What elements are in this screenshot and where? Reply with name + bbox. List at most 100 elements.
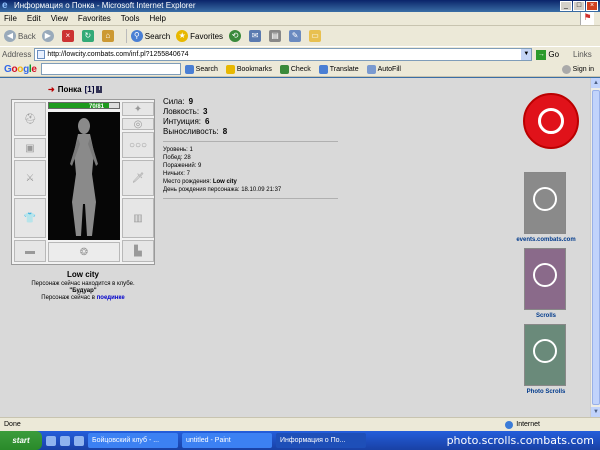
minimize-button[interactable]: _ [560, 1, 572, 11]
links-button[interactable]: Links [573, 50, 592, 59]
mail-button[interactable]: ✉ [249, 30, 263, 42]
chevron-down-icon[interactable]: ▼ [521, 49, 532, 60]
stat-strength: Сила: 9 [163, 97, 194, 106]
weapon-left-slot[interactable]: ⚔ [14, 160, 46, 196]
menu-favorites[interactable]: Favorites [78, 14, 111, 23]
translate-icon [318, 64, 328, 74]
pants-slot[interactable]: ▥ [122, 198, 154, 238]
dagger-icon: 🗡 [131, 172, 145, 184]
boots-icon: ▙ [134, 245, 142, 257]
scroll-down-icon[interactable]: ▼ [591, 407, 600, 417]
address-input[interactable]: http://lowcity.combats.com/inf.pl?125584… [34, 48, 533, 61]
menu-edit[interactable]: Edit [27, 14, 41, 23]
print-button[interactable]: ▤ [269, 30, 283, 42]
helmet-slot[interactable]: ⛑ [14, 102, 46, 136]
back-button[interactable]: ◀ Back [4, 30, 36, 42]
menu-help[interactable]: Help [149, 14, 165, 23]
boots-slot[interactable]: ▙ [122, 240, 154, 262]
scrolls-label: Scrolls [535, 313, 556, 319]
stop-button[interactable]: × [61, 30, 76, 42]
emblem-slot[interactable]: ❂ [48, 242, 120, 262]
media-quicklaunch-icon[interactable] [74, 435, 84, 446]
scrolls-banner[interactable]: Scrolls [524, 248, 566, 319]
task-info[interactable]: Информация о По... [276, 433, 366, 448]
refresh-icon: ↻ [81, 30, 94, 42]
stat-agility: Ловкость: 3 [163, 107, 208, 116]
google-bookmarks-button[interactable]: Bookmarks [225, 64, 272, 74]
address-url: http://lowcity.combats.com/inf.pl?125584… [47, 51, 189, 58]
folder-button[interactable]: ▭ [309, 30, 323, 42]
pants-icon: ▥ [133, 212, 143, 224]
history-button[interactable]: ⟲ [229, 30, 243, 42]
combats-logo[interactable] [523, 93, 579, 149]
address-bar: Address http://lowcity.combats.com/inf.p… [0, 46, 600, 62]
mail-icon: ✉ [249, 30, 262, 42]
zone-text: Internet [516, 421, 540, 428]
page-content: ➜ Понка [1] i 70/81 ⛑ ▣ ⚔ 👕 ▬ ✦ ◎ ○○○ 🗡 … [0, 78, 600, 417]
print-icon: ▤ [269, 30, 282, 42]
bracers-slot[interactable]: ▣ [14, 138, 46, 158]
task-paint[interactable]: untitled - Paint [182, 433, 272, 448]
forward-button[interactable]: ▶ [41, 30, 56, 42]
check-icon [279, 64, 289, 74]
home-button[interactable]: ⌂ [101, 30, 116, 42]
google-autofill-button[interactable]: AutoFill [366, 64, 401, 74]
show-desktop-icon[interactable] [46, 435, 56, 446]
info-icon[interactable]: i [96, 86, 103, 93]
menu-tools[interactable]: Tools [121, 14, 140, 23]
back-arrow-icon: ◀ [4, 30, 16, 42]
stats-panel: Сила: 9 Ловкость: 3 Интуиция: 6 Выносливост… [163, 97, 343, 203]
armor-slot[interactable]: 👕 [14, 198, 46, 238]
google-check-button[interactable]: Check [279, 64, 311, 74]
google-toolbar: Google Search Bookmarks Check Translate … [0, 62, 600, 77]
info-wins: Побед: 28 [163, 155, 191, 161]
weapon-right-slot[interactable]: 🗡 [122, 160, 154, 196]
security-zone: Internet [505, 420, 540, 429]
scroll-up-icon[interactable]: ▲ [591, 78, 600, 88]
hp-text: 70/81 [89, 104, 105, 110]
divider [163, 198, 338, 199]
start-button[interactable]: start [0, 431, 42, 450]
rings-slot[interactable]: ○○○ [122, 132, 154, 158]
google-translate-button[interactable]: Translate [318, 64, 359, 74]
globe-icon [505, 420, 514, 429]
amulet-slot[interactable]: ◎ [122, 118, 154, 130]
page-icon [37, 50, 46, 59]
events-label: events.combats.com [516, 237, 576, 243]
menu-file[interactable]: File [4, 14, 17, 23]
menu-view[interactable]: View [51, 14, 68, 23]
ie-quicklaunch-icon[interactable] [60, 435, 70, 446]
duel-link[interactable]: поединке [97, 295, 125, 301]
favorites-button[interactable]: ★ Favorites [176, 30, 223, 42]
helmet-icon: ⛑ [23, 113, 37, 125]
photo-scrolls-banner[interactable]: Photo Scrolls [524, 324, 566, 395]
window-titlebar[interactable]: e Информация о Понка - Microsoft Interne… [0, 0, 600, 12]
info-birthplace: Место рождения: Low city [163, 179, 237, 185]
amulet-icon: ◎ [133, 118, 143, 130]
refresh-button[interactable]: ↻ [81, 30, 96, 42]
club-name: "Будуар" [69, 288, 97, 294]
google-search-button[interactable]: Search [184, 64, 218, 74]
status-text: Done [4, 421, 21, 428]
character-figure [48, 112, 120, 240]
scroll-thumb[interactable] [592, 90, 600, 405]
divider [163, 141, 338, 142]
google-signin-button[interactable]: Sign in [561, 64, 594, 74]
events-banner[interactable]: events.combats.com [516, 172, 576, 243]
belt-slot[interactable]: ▬ [14, 240, 46, 262]
search-button[interactable]: ⚲ Search [130, 30, 170, 42]
google-logo[interactable]: Google [4, 64, 37, 75]
character-level: [1] [84, 85, 95, 94]
character-panel: 70/81 ⛑ ▣ ⚔ 👕 ▬ ✦ ◎ ○○○ 🗡 ▥ ▙ ❂ [11, 99, 155, 265]
close-button[interactable]: × [586, 1, 598, 11]
edit-button[interactable]: ✎ [289, 30, 303, 42]
window-controls: _ □ × [560, 1, 598, 11]
vertical-scrollbar[interactable]: ▲ ▼ [590, 78, 600, 417]
ie-icon: e [2, 0, 8, 11]
stat-intuition: Интуиция: 6 [163, 117, 210, 126]
task-combats[interactable]: Бойцовский клуб - ... [88, 433, 178, 448]
go-button[interactable]: → Go [536, 49, 559, 60]
earring-slot[interactable]: ✦ [122, 102, 154, 116]
google-search-input[interactable] [40, 63, 181, 75]
maximize-button[interactable]: □ [573, 1, 585, 11]
